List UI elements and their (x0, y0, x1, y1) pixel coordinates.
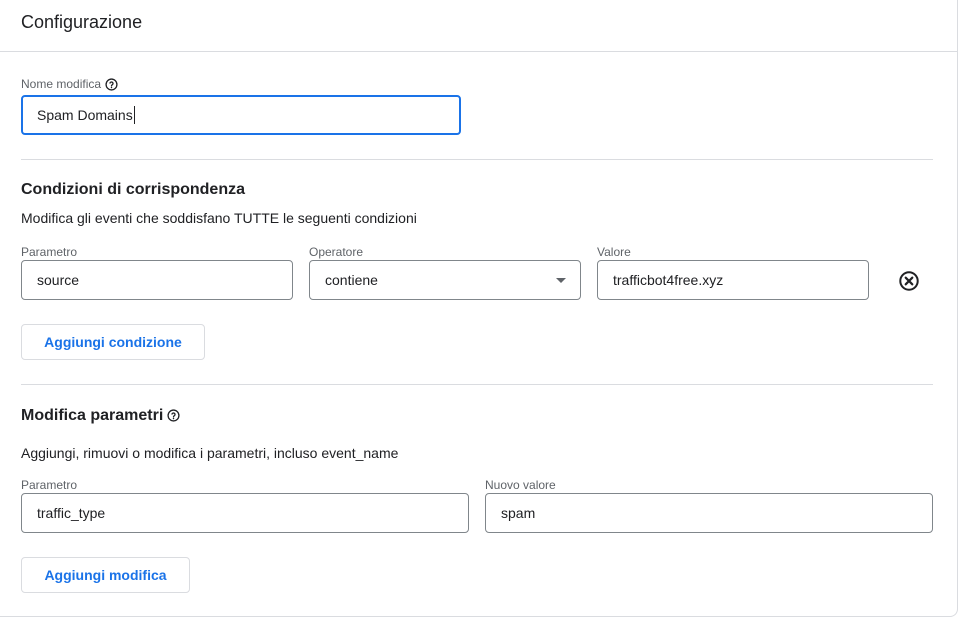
match-conditions-title: Condizioni di corrispondenza (21, 181, 245, 198)
chevron-down-icon (556, 278, 566, 283)
configuration-card: Configurazione Nome modifica Spam Domain… (0, 0, 958, 617)
modify-param-label: Parametro (21, 478, 78, 492)
add-modification-button[interactable]: Aggiungi modifica (21, 557, 190, 593)
name-input[interactable]: Spam Domains (21, 95, 461, 135)
card-header: Configurazione (0, 0, 957, 52)
text-caret (133, 106, 135, 124)
modify-param-input[interactable]: traffic_type (21, 493, 469, 533)
help-icon[interactable] (105, 78, 118, 91)
page-title: Configurazione (21, 12, 143, 32)
condition-value-label: Valore (597, 245, 631, 259)
condition-operator-label: Operatore (309, 245, 364, 259)
modify-params-title: Modifica parametri (21, 407, 180, 425)
name-field-label: Nome modifica (21, 77, 118, 91)
match-conditions-description: Modifica gli eventi che soddisfano TUTTE… (21, 210, 417, 226)
condition-param-label: Parametro (21, 245, 78, 259)
close-circle-icon[interactable] (898, 270, 920, 292)
modify-new-value-label: Nuovo valore (485, 478, 556, 492)
modify-new-value-input[interactable]: spam (485, 493, 933, 533)
condition-param-input[interactable]: source (21, 260, 293, 300)
condition-operator-select[interactable]: contiene (309, 260, 581, 300)
modify-params-description: Aggiungi, rimuovi o modifica i parametri… (21, 445, 399, 461)
divider (21, 384, 933, 385)
help-icon[interactable] (167, 409, 180, 422)
add-condition-button[interactable]: Aggiungi condizione (21, 324, 205, 360)
condition-value-input[interactable]: trafficbot4free.xyz (597, 260, 869, 300)
divider (21, 159, 933, 160)
